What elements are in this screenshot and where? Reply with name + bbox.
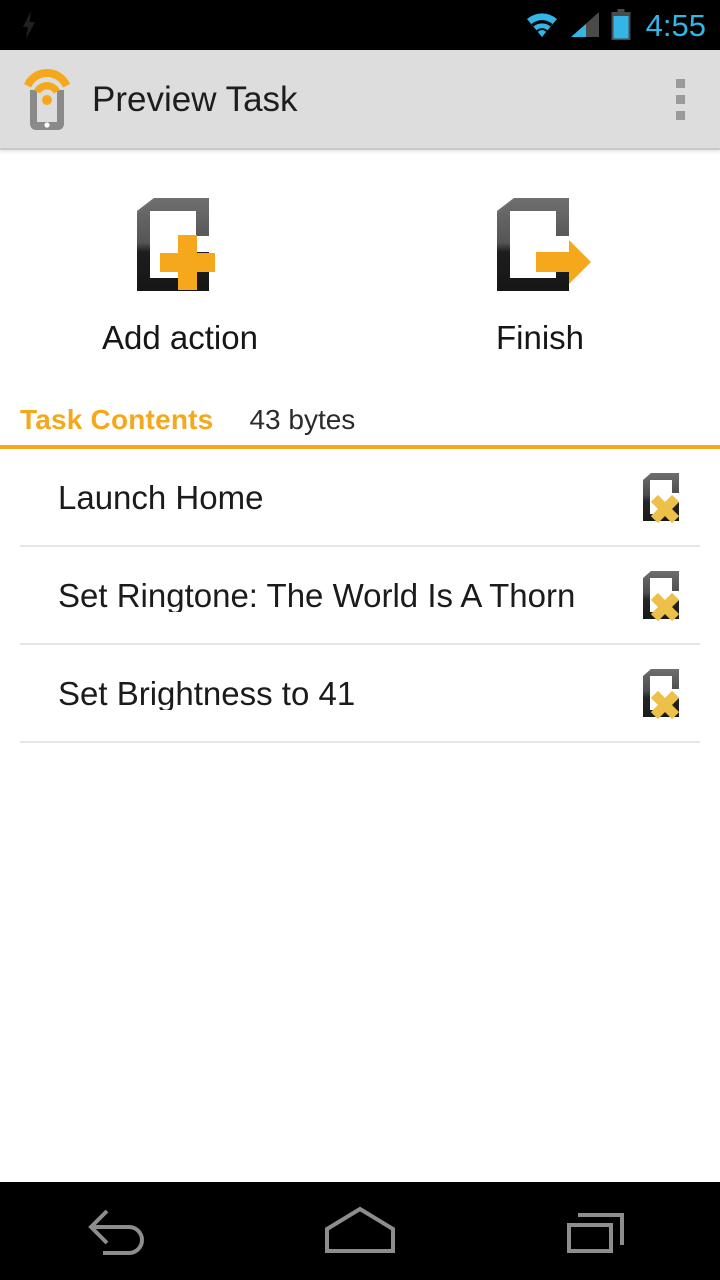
overflow-menu-icon[interactable] bbox=[658, 64, 702, 134]
nav-back-button[interactable] bbox=[0, 1182, 240, 1280]
nav-recents-button[interactable] bbox=[480, 1182, 720, 1280]
task-row[interactable]: Set Ringtone: The World Is A Thorn bbox=[20, 547, 700, 645]
status-bar-clock: 4:55 bbox=[645, 7, 706, 43]
task-name: Set Ringtone: The World Is A Thorn bbox=[58, 578, 576, 612]
task-row[interactable]: Set Brightness to 41 bbox=[20, 645, 700, 743]
add-action-icon-wrap bbox=[118, 188, 243, 303]
document-delete-icon[interactable] bbox=[632, 663, 692, 723]
nav-home-button[interactable] bbox=[240, 1182, 480, 1280]
system-navigation-bar bbox=[0, 1182, 720, 1280]
app-screen: 4:55 Preview Task Add action Finish Task… bbox=[0, 0, 720, 1280]
status-bar-left bbox=[18, 10, 524, 40]
cellular-signal-icon bbox=[570, 12, 599, 37]
delete-glyph bbox=[643, 473, 680, 524]
finish-button[interactable]: Finish bbox=[360, 188, 720, 354]
task-row[interactable]: Launch Home bbox=[20, 449, 700, 547]
overflow-dot bbox=[675, 78, 685, 88]
battery-icon bbox=[611, 9, 631, 40]
status-bar-right: 4:55 bbox=[524, 9, 706, 41]
wifi-icon bbox=[526, 13, 557, 37]
recents-icon bbox=[567, 1213, 624, 1253]
document-add-icon bbox=[137, 197, 215, 291]
quick-action-bar: Add action Finish bbox=[0, 150, 720, 354]
finish-icon-wrap bbox=[478, 188, 603, 303]
home-icon bbox=[325, 1206, 395, 1253]
task-name: Launch Home bbox=[58, 480, 264, 514]
overflow-dot bbox=[675, 110, 685, 120]
page-title: Preview Task bbox=[92, 79, 298, 119]
document-exit-icon bbox=[497, 197, 591, 291]
task-list: Launch Home Set Ringtone: The World Is A… bbox=[0, 449, 720, 743]
status-bar: 4:55 bbox=[0, 0, 720, 50]
tab-task-contents[interactable]: Task Contents 43 bytes bbox=[0, 406, 720, 449]
task-size-label: 43 bytes bbox=[249, 404, 356, 435]
tab-label: Task Contents bbox=[20, 404, 214, 435]
document-delete-icon[interactable] bbox=[632, 467, 692, 527]
overflow-dot bbox=[675, 94, 685, 104]
content-area: Add action Finish Task Contents 43 bytes… bbox=[0, 150, 720, 1182]
add-action-label: Add action bbox=[102, 319, 258, 356]
back-icon bbox=[88, 1209, 144, 1255]
task-name: Set Brightness to 41 bbox=[58, 676, 356, 710]
delete-glyph bbox=[643, 669, 680, 720]
tasker-app-icon bbox=[24, 68, 70, 130]
lightning-bolt-icon bbox=[23, 11, 35, 39]
action-bar: Preview Task bbox=[0, 50, 720, 150]
finish-label: Finish bbox=[495, 319, 585, 356]
add-action-button[interactable]: Add action bbox=[0, 188, 360, 354]
delete-glyph bbox=[643, 571, 680, 622]
document-delete-icon[interactable] bbox=[632, 565, 692, 625]
